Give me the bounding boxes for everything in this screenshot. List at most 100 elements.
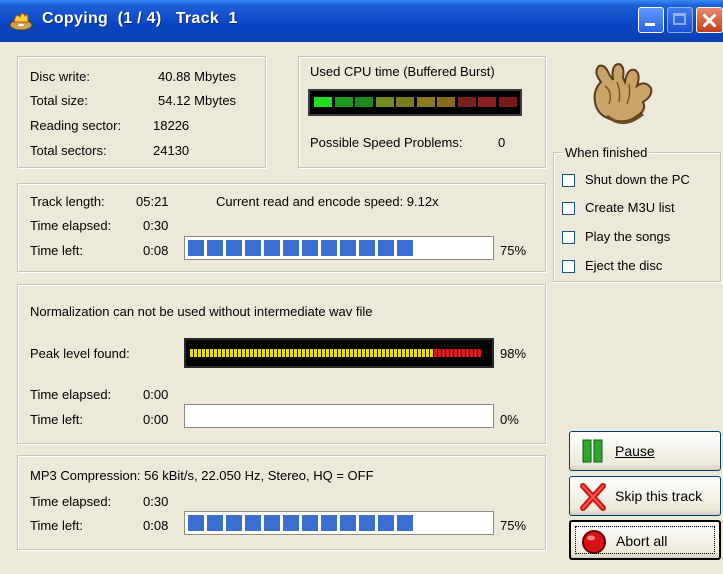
peak-segment <box>206 349 209 357</box>
peak-segment <box>266 349 269 357</box>
speed-problems-value: 0 <box>498 135 506 150</box>
cpu-segment <box>437 97 455 107</box>
peak-segment <box>382 349 385 357</box>
progress-segment <box>321 240 337 256</box>
peak-segment <box>470 349 473 357</box>
peak-segment <box>446 349 449 357</box>
peak-segment <box>458 349 461 357</box>
create-m3u-label[interactable]: Create M3U list <box>585 200 675 216</box>
peak-segment <box>190 349 193 357</box>
peak-segment <box>214 349 217 357</box>
peak-segment <box>462 349 465 357</box>
progress-segment <box>207 515 223 531</box>
peak-segment <box>282 349 285 357</box>
progress-segment <box>321 515 337 531</box>
progress-segment <box>207 240 223 256</box>
peak-segment <box>438 349 441 357</box>
peak-segment <box>194 349 197 357</box>
track-time-elapsed-label: Time elapsed: <box>30 218 112 233</box>
mp3-time-left-label: Time left: <box>30 518 83 533</box>
mp3-time-elapsed-label: Time elapsed: <box>30 494 112 509</box>
peak-segment <box>394 349 397 357</box>
total-sectors-label: Total sectors: <box>30 143 107 158</box>
mp3-time-left-value: 0:08 <box>143 518 169 533</box>
progress-segment <box>397 515 413 531</box>
mp3-progress-bar <box>184 511 494 535</box>
peak-level-text: 98% <box>500 346 527 361</box>
cpu-segment <box>355 97 373 107</box>
close-button[interactable] <box>696 7 723 33</box>
pause-button[interactable]: Pause <box>569 431 721 471</box>
peak-level-meter <box>184 338 494 368</box>
peak-segment <box>250 349 253 357</box>
progress-segment <box>264 240 280 256</box>
peak-segment <box>202 349 205 357</box>
peak-segment <box>334 349 337 357</box>
progress-segment <box>264 515 280 531</box>
title-bar[interactable]: Copying (1 / 4) Track 1 <box>0 0 723 42</box>
peak-segment <box>210 349 213 357</box>
peak-segment <box>346 349 349 357</box>
peak-segment <box>322 349 325 357</box>
abort-all-button[interactable]: Abort all <box>569 520 721 560</box>
peak-segment <box>242 349 245 357</box>
norm-time-elapsed-value: 0:00 <box>143 387 169 402</box>
peak-segment <box>298 349 301 357</box>
norm-time-left-value: 0:00 <box>143 412 169 427</box>
play-songs-label[interactable]: Play the songs <box>585 229 670 245</box>
peak-segment <box>338 349 341 357</box>
peak-segment <box>410 349 413 357</box>
burning-cd-icon <box>9 12 33 31</box>
progress-segment <box>226 515 242 531</box>
cpu-segment <box>334 97 353 107</box>
peak-segment <box>326 349 329 357</box>
progress-segment <box>359 515 375 531</box>
peak-segment <box>290 349 293 357</box>
progress-segment <box>188 240 204 256</box>
progress-segment <box>188 515 204 531</box>
progress-segment <box>340 240 356 256</box>
hand-icon <box>593 62 653 124</box>
eject-disc-label[interactable]: Eject the disc <box>585 258 662 274</box>
peak-segment <box>310 349 313 357</box>
abort-all-label: Abort all <box>616 533 668 549</box>
minimize-button[interactable] <box>638 7 664 33</box>
cpu-segment <box>498 97 517 107</box>
peak-segment <box>362 349 365 357</box>
track-length-value: 05:21 <box>136 194 169 209</box>
peak-segment <box>294 349 297 357</box>
shut-down-checkbox-box[interactable] <box>562 174 575 187</box>
progress-segment <box>302 515 318 531</box>
peak-segment <box>418 349 421 357</box>
red-stop-icon <box>582 530 606 554</box>
mp3-progress-text: 75% <box>500 518 527 533</box>
cpu-segment <box>375 97 394 107</box>
peak-segment <box>390 349 393 357</box>
peak-segment <box>366 349 369 357</box>
peak-segment <box>234 349 237 357</box>
skip-track-button[interactable]: Skip this track <box>569 476 721 516</box>
peak-segment <box>258 349 261 357</box>
play-songs-checkbox-box[interactable] <box>562 231 575 244</box>
create-m3u-checkbox-box[interactable] <box>562 202 575 215</box>
cpu-usage-meter <box>308 89 522 116</box>
peak-segment <box>450 349 453 357</box>
normalization-message: Normalization can not be used without in… <box>30 304 373 319</box>
normalization-progress-bar <box>184 404 494 428</box>
when-finished-title: When finished <box>563 145 650 161</box>
total-sectors-value: 24130 <box>153 143 190 158</box>
reading-sector-label: Reading sector: <box>30 118 122 133</box>
progress-segment <box>226 240 242 256</box>
shut-down-label[interactable]: Shut down the PC <box>585 172 690 188</box>
peak-level-label: Peak level found: <box>30 346 130 361</box>
peak-segment <box>370 349 373 357</box>
eject-disc-checkbox-box[interactable] <box>562 260 575 273</box>
cpu-segment <box>416 97 435 107</box>
track-length-label: Track length: <box>30 194 105 209</box>
read-speed-text: Current read and encode speed: 9.12x <box>216 194 439 209</box>
progress-segment <box>397 240 413 256</box>
maximize-button[interactable] <box>667 7 693 33</box>
peak-segment <box>318 349 321 357</box>
peak-segment <box>414 349 417 357</box>
peak-segment <box>474 349 477 357</box>
